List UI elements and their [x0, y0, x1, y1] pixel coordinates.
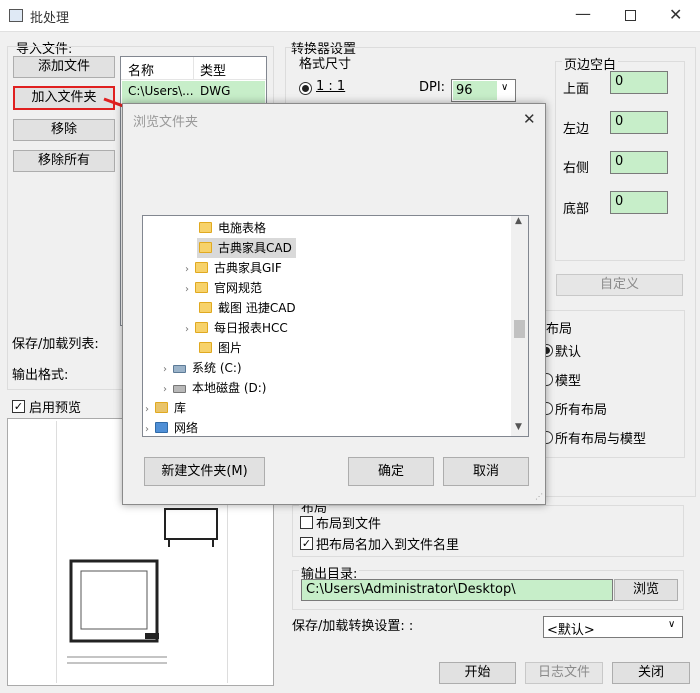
browse-folder-dialog: 浏览文件夹 ✕ 电施表格 古典家具CAD › 古典家具GIF › 官网规范 截图 迅…	[122, 103, 546, 505]
drive-icon	[173, 365, 186, 373]
network-icon	[155, 422, 168, 433]
chevron-right-icon[interactable]: ›	[163, 380, 173, 400]
start-button[interactable]: 开始	[439, 662, 516, 684]
top-label: 上面	[563, 82, 590, 97]
window-title: 批处理	[30, 11, 70, 26]
left-margin-input[interactable]: 0	[610, 111, 668, 134]
right-label: 右侧	[563, 161, 590, 176]
bottom-margin-input[interactable]: 0	[610, 191, 668, 214]
close-icon[interactable]: ✕	[669, 5, 682, 24]
drive-icon	[173, 385, 186, 393]
new-folder-button[interactable]: 新建文件夹(M)	[144, 457, 265, 486]
ratio-label: 1 : 1	[316, 79, 346, 94]
format-size-label: 格式尺寸	[299, 57, 352, 72]
tree-item[interactable]: › 库	[145, 398, 186, 418]
row-type: DWG	[200, 84, 231, 98]
title-bar: 批处理 — ✕	[0, 0, 700, 32]
tree-item[interactable]: › 网络	[145, 418, 198, 436]
dialog-title: 浏览文件夹	[133, 115, 199, 130]
ratio-radio[interactable]	[299, 82, 312, 95]
tree-item[interactable]: › 官网规范	[185, 278, 262, 298]
browse-button[interactable]: 浏览	[614, 579, 678, 601]
folder-icon	[199, 222, 212, 233]
folder-icon	[195, 282, 208, 293]
chevron-right-icon[interactable]: ›	[185, 260, 195, 280]
folder-icon	[199, 242, 212, 253]
app-icon	[9, 9, 23, 22]
layout-default-label: 默认	[555, 345, 582, 360]
bottom-label: 底部	[563, 202, 590, 217]
scroll-thumb[interactable]	[514, 320, 525, 338]
save-load-settings-label: 保存/加载转换设置: :	[292, 619, 414, 634]
column-type[interactable]: 类型	[200, 60, 226, 79]
add-file-button[interactable]: 添加文件	[13, 56, 115, 78]
layout-all-label: 所有布局	[555, 403, 608, 418]
list-header: 名称 类型	[121, 57, 266, 80]
add-layout-name-checkbox[interactable]: ✓	[300, 537, 313, 550]
chevron-right-icon[interactable]: ›	[145, 420, 155, 436]
settings-select[interactable]: <默认> ∨	[543, 616, 683, 638]
scroll-down-icon[interactable]: ▼	[515, 422, 522, 432]
tree-item[interactable]: › 每日报表HCC	[185, 318, 288, 338]
folder-icon	[195, 322, 208, 333]
enable-preview-label: 启用预览	[29, 401, 82, 416]
cancel-button[interactable]: 取消	[443, 457, 529, 486]
add-layout-name-label: 把布局名加入到文件名里	[316, 538, 460, 553]
layout-to-file-label: 布局到文件	[316, 517, 382, 532]
scroll-up-icon[interactable]: ▲	[515, 216, 522, 226]
chevron-right-icon[interactable]: ›	[185, 320, 195, 340]
layout-title: 布局	[546, 322, 573, 337]
folder-icon	[199, 302, 212, 313]
ok-button[interactable]: 确定	[348, 457, 434, 486]
layout-model-label: 模型	[555, 374, 582, 389]
tree-item[interactable]: › 古典家具GIF	[185, 258, 282, 278]
settings-value: <默认>	[547, 623, 595, 638]
chevron-down-icon: ∨	[501, 82, 509, 93]
resize-grip-icon[interactable]: ⋰	[535, 492, 543, 501]
tree-item[interactable]: 截图 迅捷CAD	[199, 298, 296, 318]
tree-item[interactable]: › 系统 (C:)	[163, 358, 242, 378]
dpi-value: 96	[453, 81, 497, 100]
chevron-right-icon[interactable]: ›	[163, 360, 173, 380]
close-button[interactable]: 关闭	[612, 662, 690, 684]
library-icon	[155, 402, 168, 413]
right-margin-input[interactable]: 0	[610, 151, 668, 174]
output-path-input[interactable]: C:\Users\Administrator\Desktop\	[301, 579, 613, 601]
chevron-right-icon[interactable]: ›	[185, 280, 195, 300]
chevron-right-icon[interactable]: ›	[145, 400, 155, 420]
tree-item[interactable]: 电施表格	[199, 218, 266, 238]
folder-icon	[199, 342, 212, 353]
log-file-button[interactable]: 日志文件	[525, 662, 603, 684]
minimize-icon[interactable]: —	[575, 4, 591, 23]
enable-preview-checkbox[interactable]: ✓	[12, 400, 25, 413]
top-margin-input[interactable]: 0	[610, 71, 668, 94]
folder-tree[interactable]: 电施表格 古典家具CAD › 古典家具GIF › 官网规范 截图 迅捷CAD › 每日…	[142, 215, 529, 437]
dpi-label: DPI:	[419, 80, 446, 95]
dialog-close-icon[interactable]: ✕	[523, 110, 536, 128]
layout-to-file-checkbox[interactable]	[300, 516, 313, 529]
custom-button[interactable]: 自定义	[556, 274, 683, 296]
maximize-icon[interactable]	[625, 10, 636, 21]
tree-item-selected[interactable]: 古典家具CAD	[197, 238, 296, 258]
remove-all-button[interactable]: 移除所有	[13, 150, 115, 172]
dpi-select[interactable]: 96 ∨	[451, 79, 516, 102]
column-name[interactable]: 名称	[128, 60, 154, 79]
layout-all-model-label: 所有布局与模型	[555, 432, 647, 447]
tree-item[interactable]: › 本地磁盘 (D:)	[163, 378, 266, 398]
output-format-label: 输出格式:	[12, 368, 69, 383]
folder-icon	[195, 262, 208, 273]
left-label: 左边	[563, 122, 590, 137]
tree-item[interactable]: 图片	[199, 338, 242, 358]
tree-scrollbar[interactable]: ▲ ▼	[511, 216, 528, 436]
chevron-down-icon: ∨	[668, 619, 676, 630]
save-load-list-label: 保存/加载列表:	[12, 337, 99, 352]
